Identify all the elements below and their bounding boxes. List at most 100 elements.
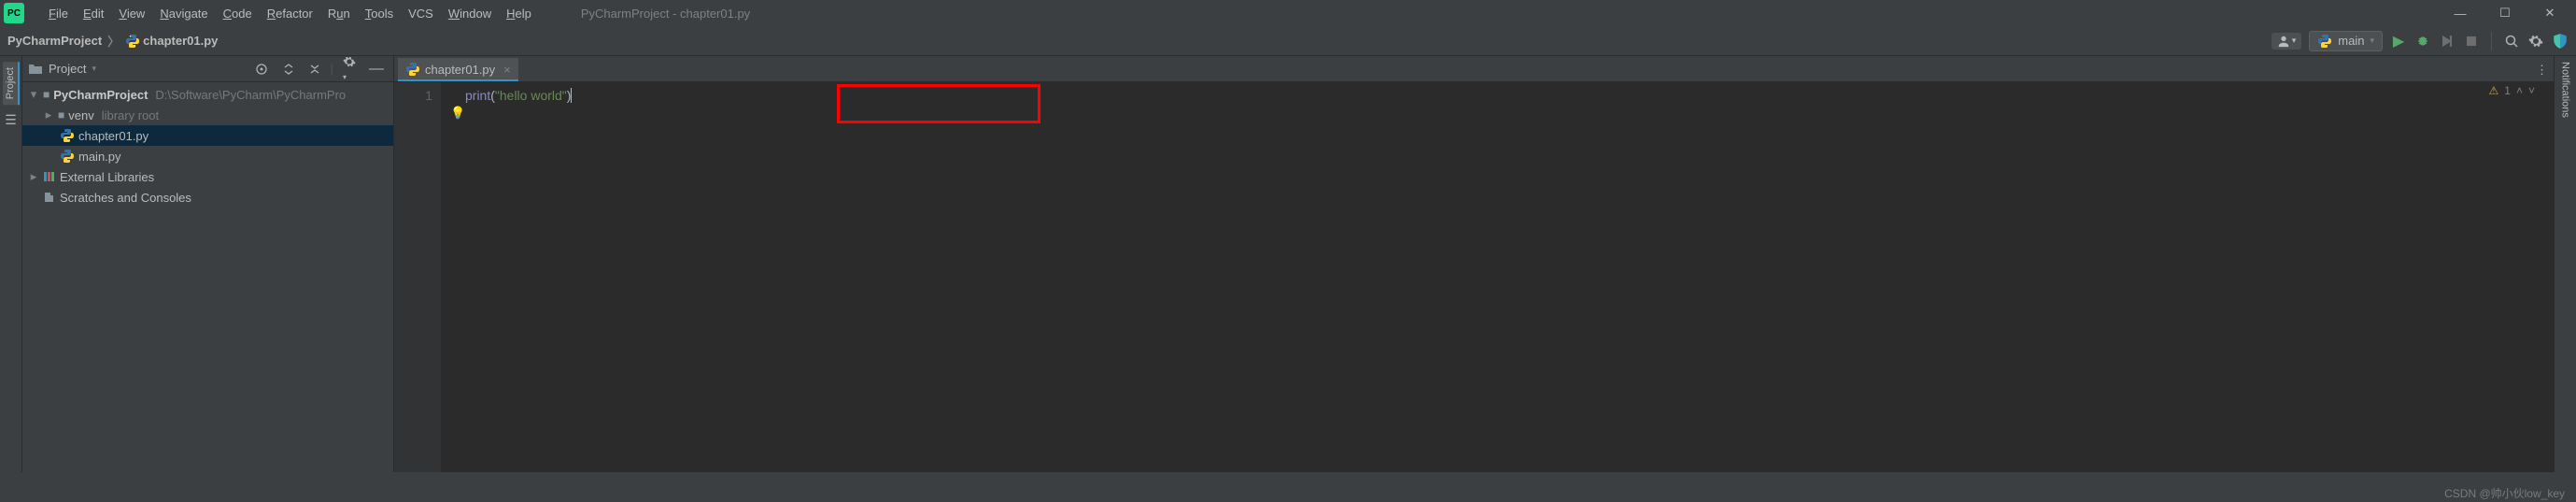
expand-arrow-icon[interactable]: ▸: [43, 108, 54, 122]
menu-file[interactable]: File: [41, 5, 76, 22]
run-button[interactable]: ▶: [2390, 33, 2407, 50]
status-bar: CSDN @帅小伙low_key: [2444, 483, 2576, 502]
settings-button[interactable]: [2527, 33, 2544, 50]
menu-tools[interactable]: Tools: [358, 5, 401, 22]
separator: [2491, 32, 2492, 50]
expand-all-icon[interactable]: [278, 63, 299, 76]
user-button[interactable]: ▾: [2272, 33, 2302, 50]
code-area[interactable]: print("hello world") 💡 ⚠ 1 ˄ ˅: [441, 82, 2554, 472]
tab-label: chapter01.py: [425, 63, 495, 77]
gear-icon: [2528, 34, 2543, 49]
main-area: Project ☰ Project ▾ | ▾ —: [0, 56, 2576, 472]
menu-help[interactable]: Help: [499, 5, 539, 22]
maximize-button[interactable]: ☐: [2483, 0, 2527, 26]
tree-file-main[interactable]: main.py: [22, 146, 393, 166]
left-tool-strip: Project ☰: [0, 56, 22, 472]
panel-settings-icon[interactable]: ▾: [339, 55, 360, 82]
minimize-button[interactable]: —: [2438, 0, 2483, 26]
project-view-icon: [28, 63, 43, 76]
python-file-icon: [125, 34, 140, 49]
debug-button[interactable]: [2414, 33, 2431, 50]
project-panel-title[interactable]: Project: [49, 62, 86, 76]
code-line[interactable]: print("hello world"): [465, 88, 2554, 103]
scratches-icon: [43, 191, 56, 204]
tool-tab-project[interactable]: Project: [3, 62, 20, 105]
menu-navigate[interactable]: Navigate: [152, 5, 215, 22]
right-tool-strip: Notifications: [2554, 56, 2576, 472]
run-config-selector[interactable]: main ▾: [2309, 31, 2383, 51]
watermark-text: CSDN @帅小伙low_key: [2444, 485, 2565, 501]
menu-refactor[interactable]: Refactor: [260, 5, 320, 22]
window-title: PyCharmProject - chapter01.py: [581, 7, 750, 21]
problems-count: 1: [2504, 84, 2511, 97]
breadcrumb-file[interactable]: chapter01.py: [143, 34, 218, 48]
tree-external-libs[interactable]: ▸ External Libraries: [22, 166, 393, 187]
breadcrumb-project[interactable]: PyCharmProject: [7, 34, 102, 48]
warning-icon: ⚠: [2489, 84, 2499, 97]
folder-icon: ■: [58, 108, 64, 122]
menu-window[interactable]: Window: [441, 5, 499, 22]
menu-view[interactable]: View: [111, 5, 152, 22]
app-icon: PC: [4, 3, 24, 23]
breadcrumb-separator-icon: 〉: [107, 32, 120, 50]
editor-tabs: chapter01.py × ⋮: [394, 56, 2554, 82]
select-opened-file-icon[interactable]: [250, 62, 273, 77]
code-with-me-button[interactable]: [2552, 33, 2569, 50]
python-file-icon: [60, 128, 75, 143]
project-tree[interactable]: ▾ ■ PyCharmProject D:\Software\PyCharm\P…: [22, 82, 393, 208]
close-button[interactable]: ✕: [2527, 0, 2572, 26]
editor-inspection[interactable]: ⚠ 1 ˄ ˅: [2489, 84, 2535, 97]
code-func: print: [465, 88, 490, 103]
tree-label: External Libraries: [60, 170, 154, 184]
tree-label: PyCharmProject: [53, 88, 148, 102]
tree-file-chapter01[interactable]: chapter01.py: [22, 125, 393, 146]
project-panel-header: Project ▾ | ▾ —: [22, 56, 393, 82]
prev-problem-icon[interactable]: ˄: [2516, 84, 2523, 97]
expand-arrow-icon[interactable]: ▸: [28, 169, 39, 184]
tool-tab-notifications[interactable]: Notifications: [2558, 56, 2573, 123]
menu-code[interactable]: Code: [216, 5, 260, 22]
tree-label: chapter01.py: [78, 129, 149, 143]
tree-label: main.py: [78, 150, 121, 164]
menu-edit[interactable]: Edit: [76, 5, 111, 22]
editor-body[interactable]: 1 print("hello world") 💡 ⚠ 1 ˄ ˅: [394, 82, 2554, 472]
tab-more-icon[interactable]: ⋮: [2530, 59, 2554, 81]
shield-icon: [2552, 33, 2569, 50]
breadcrumb[interactable]: PyCharmProject 〉 chapter01.py: [7, 32, 218, 50]
structure-tool-icon[interactable]: ☰: [5, 112, 17, 128]
title-bar: PC File Edit View Navigate Code Refactor…: [0, 0, 2576, 26]
menu-vcs[interactable]: VCS: [401, 5, 441, 22]
tree-venv[interactable]: ▸ ■ venv library root: [22, 105, 393, 125]
expand-arrow-icon[interactable]: ▾: [28, 87, 39, 102]
search-button[interactable]: [2503, 33, 2520, 50]
stop-button[interactable]: [2463, 33, 2480, 50]
next-problem-icon[interactable]: ˅: [2528, 84, 2535, 97]
search-icon: [2504, 34, 2519, 49]
python-file-icon: [405, 62, 420, 77]
dropdown-arrow-icon: ▾: [2370, 36, 2374, 46]
intention-bulb-icon[interactable]: 💡: [450, 106, 465, 121]
hide-panel-icon[interactable]: —: [365, 61, 388, 78]
code-string: "hello world": [495, 88, 567, 103]
code-paren: ): [567, 88, 573, 103]
dropdown-arrow-icon[interactable]: ▾: [92, 64, 96, 74]
collapse-all-icon[interactable]: [304, 63, 325, 76]
line-number[interactable]: 1: [394, 88, 432, 103]
editor-area: chapter01.py × ⋮ 1 print("hello world") …: [394, 56, 2554, 472]
tree-scratches[interactable]: Scratches and Consoles: [22, 187, 393, 208]
tree-root[interactable]: ▾ ■ PyCharmProject D:\Software\PyCharm\P…: [22, 84, 393, 105]
toolbar: PyCharmProject 〉 chapter01.py ▾ main ▾ ▶: [0, 26, 2576, 56]
python-icon: [2317, 34, 2332, 49]
close-tab-icon[interactable]: ×: [503, 63, 511, 77]
menu-run[interactable]: Run: [320, 5, 358, 22]
editor-tab-chapter01[interactable]: chapter01.py ×: [398, 58, 518, 81]
library-icon: [43, 170, 56, 183]
tree-label: Scratches and Consoles: [60, 191, 191, 205]
line-gutter[interactable]: 1: [394, 82, 441, 472]
python-file-icon: [60, 149, 75, 164]
run-coverage-button[interactable]: [2439, 33, 2456, 50]
folder-icon: ■: [43, 88, 50, 101]
tree-hint: library root: [102, 108, 159, 122]
project-panel: Project ▾ | ▾ — ▾ ■ PyCharmProject: [22, 56, 394, 472]
tree-path: D:\Software\PyCharm\PyCharmPro: [155, 88, 346, 102]
